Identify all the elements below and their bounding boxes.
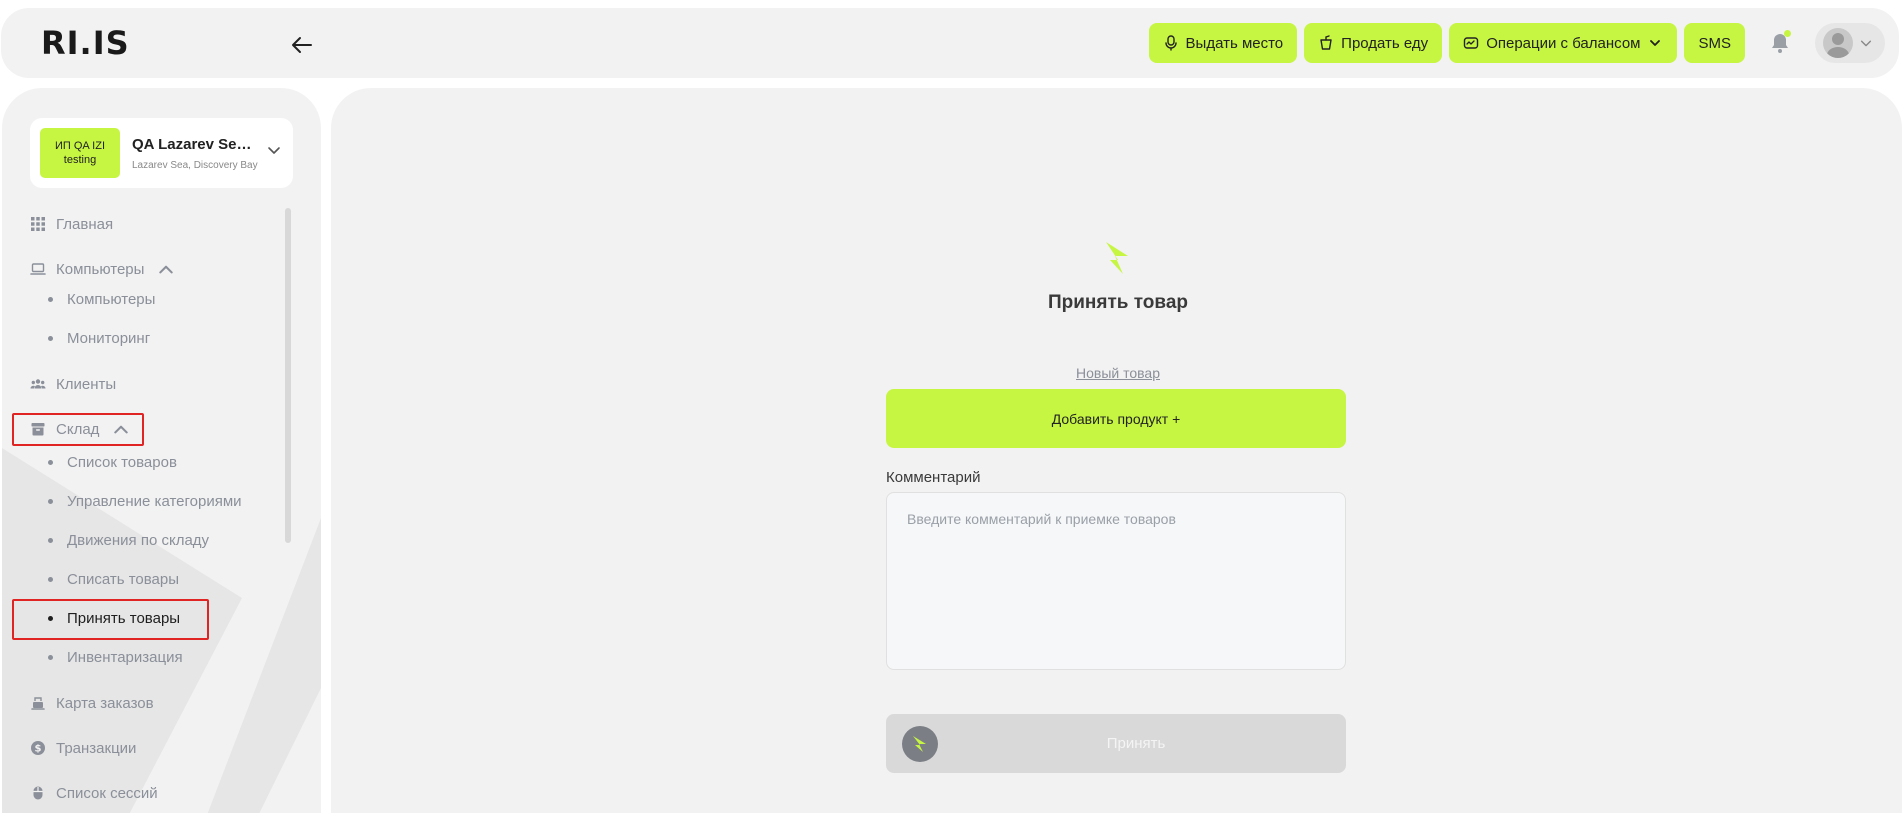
bullet xyxy=(48,296,53,302)
avatar xyxy=(1823,28,1853,58)
notification-dot xyxy=(1784,30,1791,37)
organization-badge: ИП QA IZI testing xyxy=(40,128,120,178)
sidebar-item-label: Список сессий xyxy=(56,784,158,802)
sms-label: SMS xyxy=(1698,34,1731,52)
back-arrow-icon[interactable] xyxy=(291,36,313,54)
chevron-down-icon xyxy=(1860,40,1872,47)
dollar-coin-icon: $ xyxy=(31,741,45,755)
bullet xyxy=(48,537,53,543)
svg-text:$: $ xyxy=(35,744,42,755)
sidebar-item-label: Карта заказов xyxy=(56,694,154,712)
chevron-down-icon xyxy=(268,147,280,154)
sidebar-subitem-write-off[interactable]: Списать товары xyxy=(48,568,179,590)
sidebar-subitem-label: Компьютеры xyxy=(67,290,156,308)
bullet xyxy=(48,335,53,341)
new-product-link[interactable]: Новый товар xyxy=(886,365,1350,381)
sidebar-subitem-label: Мониторинг xyxy=(67,329,151,347)
sidebar-subitem-label: Инвентаризация xyxy=(67,648,183,666)
top-actions: Выдать место Продать еду Операции с бала… xyxy=(1148,23,1885,63)
sidebar-subitem-label: Списать товары xyxy=(67,570,180,588)
organization-badge-line1: ИП QA IZI xyxy=(54,140,106,152)
highlight-box-warehouse xyxy=(12,413,144,446)
sidebar-subitem-label: Управление категориями xyxy=(67,492,242,510)
chevron-up-icon xyxy=(159,265,174,274)
sidebar-subitem-computers[interactable]: Компьютеры xyxy=(48,288,155,310)
food-cup-icon xyxy=(1320,35,1332,50)
sidebar-item-sessions[interactable]: Список сессий xyxy=(30,781,158,805)
laptop-icon xyxy=(30,263,46,275)
accept-button[interactable]: Принять xyxy=(886,714,1346,773)
bullet xyxy=(48,654,53,660)
sell-food-button[interactable]: Продать еду xyxy=(1304,23,1443,63)
grid-icon xyxy=(31,217,45,231)
sidebar-item-label: Главная xyxy=(56,215,114,233)
sidebar-subitem-label: Список товаров xyxy=(67,453,177,471)
organization-address: Lazarev Sea, Discovery Bay xyxy=(132,160,258,171)
users-icon xyxy=(30,379,46,389)
sidebar-subitem-stock-movements[interactable]: Движения по складу xyxy=(48,529,209,551)
sidebar-subitem-product-list[interactable]: Список товаров xyxy=(48,451,177,473)
organization-selector[interactable]: ИП QA IZI testing QA Lazarev Sea… Lazare… xyxy=(30,118,293,188)
sidebar-item-label: Клиенты xyxy=(56,375,117,393)
comment-label: Комментарий xyxy=(886,469,981,486)
organization-badge-line2: testing xyxy=(63,154,97,166)
notifications-button[interactable] xyxy=(1760,23,1800,63)
chevron-down-icon xyxy=(1650,40,1661,46)
user-menu[interactable] xyxy=(1815,23,1885,63)
sidebar-item-transactions[interactable]: $ Транзакции xyxy=(30,736,136,760)
sell-food-label: Продать еду xyxy=(1341,34,1429,52)
bullet xyxy=(48,459,53,465)
balance-operations-dropdown[interactable]: Операции с балансом xyxy=(1449,23,1678,63)
mouse-icon xyxy=(33,786,43,800)
sms-button[interactable]: SMS xyxy=(1684,23,1745,63)
main-content: Принять товар Новый товар Добавить проду… xyxy=(331,88,1902,813)
add-product-button[interactable]: Добавить продукт + xyxy=(886,389,1346,448)
sidebar-scrollbar[interactable] xyxy=(285,208,291,543)
orders-icon xyxy=(31,697,45,710)
sidebar-item-orders-map[interactable]: Карта заказов xyxy=(30,691,154,715)
sidebar: ИП QA IZI testing QA Lazarev Sea… Lazare… xyxy=(2,88,321,813)
accept-button-label: Принять xyxy=(1106,735,1166,752)
give-place-button[interactable]: Выдать место xyxy=(1148,23,1298,63)
microphone-icon xyxy=(1164,35,1177,51)
sidebar-item-clients[interactable]: Клиенты xyxy=(30,372,116,396)
sidebar-item-label: Компьютеры xyxy=(56,260,145,278)
sidebar-subitem-monitoring[interactable]: Мониторинг xyxy=(48,327,150,349)
sidebar-subitem-category-management[interactable]: Управление категориями xyxy=(48,490,242,512)
top-bar: RI.IS Выдать место Продать еду Операции … xyxy=(1,8,1899,78)
give-place-label: Выдать место xyxy=(1185,34,1284,52)
brand-logo[interactable]: RI.IS xyxy=(41,26,130,60)
brand-bolt-icon xyxy=(1106,242,1128,274)
bullet xyxy=(48,576,53,582)
organization-name: QA Lazarev Sea… xyxy=(132,136,252,153)
sidebar-item-label: Транзакции xyxy=(56,739,137,757)
wallet-icon xyxy=(1463,37,1479,49)
sidebar-item-computers[interactable]: Компьютеры xyxy=(30,257,174,281)
bullet xyxy=(48,498,53,504)
balance-operations-label: Операции с балансом xyxy=(1486,34,1641,52)
sidebar-subitem-label: Движения по складу xyxy=(67,531,210,549)
comment-input[interactable] xyxy=(886,492,1346,670)
sidebar-item-home[interactable]: Главная xyxy=(30,212,113,236)
highlight-box-receive-goods xyxy=(12,599,209,640)
sidebar-subitem-inventory[interactable]: Инвентаризация xyxy=(48,646,183,668)
page-title: Принять товар xyxy=(1047,292,1189,313)
